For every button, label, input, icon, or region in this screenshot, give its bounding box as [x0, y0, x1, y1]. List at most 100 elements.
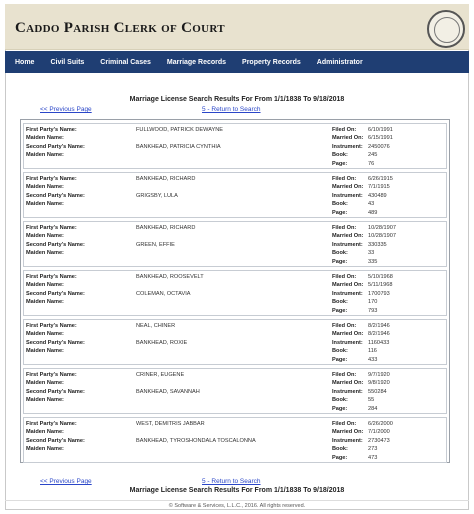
field-label: Filed On:: [332, 225, 357, 231]
field-value: 550284: [368, 388, 387, 395]
nav-marriage-records[interactable]: Marriage Records: [159, 59, 234, 66]
field-label: Filed On:: [332, 176, 357, 182]
field-label: First Party's Name:: [26, 127, 77, 133]
previous-page-link-bottom[interactable]: << Previous Page: [40, 478, 92, 485]
field-label: Instrument:: [332, 437, 363, 444]
field-value: 273: [368, 446, 378, 453]
field-value: 116: [368, 348, 377, 355]
field-label: Instrument:: [332, 192, 363, 199]
field-label: Page:: [332, 454, 348, 461]
field-value: BANKHEAD, RICHARD: [136, 225, 196, 231]
field-label: First Party's Name:: [26, 274, 77, 280]
field-value: CRINER, EUGENE: [136, 372, 185, 378]
record-block: First Party's Name: BANKHEAD, RICHARD Maid…: [23, 172, 447, 218]
record-block: First Party's Name: CRINER, EUGENE Maiden …: [23, 368, 447, 414]
field-label: Page:: [332, 209, 348, 216]
field-value: 10/28/1907: [368, 233, 396, 240]
field-value: 245: [368, 152, 378, 159]
field-label: Instrument:: [332, 388, 363, 395]
field-label: Filed On:: [332, 323, 357, 329]
field-value: NEAL, CHINER: [136, 323, 176, 329]
field-value: 330335: [368, 241, 387, 248]
field-label: Maiden Name:: [26, 282, 64, 289]
field-label: Maiden Name:: [26, 152, 64, 159]
copyright-footer: © Software & Services, L.L.C., 2016. All…: [5, 500, 469, 510]
field-label: Maiden Name:: [26, 429, 64, 436]
field-value: 2730473: [368, 437, 390, 444]
return-to-search-link-top[interactable]: 5 - Return to Search: [202, 106, 261, 113]
field-label: Page:: [332, 258, 348, 265]
nav-property-records[interactable]: Property Records: [234, 59, 309, 66]
field-label: Married On:: [332, 135, 364, 142]
site-title: Caddo Parish Clerk of Court: [15, 20, 225, 36]
field-value: 9/7/1920: [368, 372, 390, 378]
field-label: Page:: [332, 307, 348, 314]
field-label: Maiden Name:: [26, 184, 64, 191]
field-label: Instrument:: [332, 143, 363, 150]
field-value: 8/2/1946: [368, 323, 390, 329]
field-label: Filed On:: [332, 421, 357, 427]
field-value: 6/10/1991: [368, 127, 393, 133]
field-value: 284: [368, 405, 378, 412]
field-value: 170: [368, 299, 378, 306]
record-block: First Party's Name: NEAL, CHINER Maiden Na…: [23, 319, 447, 365]
field-label: Maiden Name:: [26, 135, 64, 142]
field-value: 1160433: [368, 339, 390, 346]
field-label: First Party's Name:: [26, 225, 77, 231]
field-label: Maiden Name:: [26, 348, 64, 355]
field-label: Book:: [332, 201, 348, 208]
field-value: COLEMAN, OCTAVIA: [136, 290, 191, 297]
record-block: First Party's Name: BANKHEAD, RICHARD Maid…: [23, 221, 447, 267]
field-label: Book:: [332, 397, 348, 404]
field-value: BANKHEAD, SAVANNAH: [136, 388, 200, 395]
field-value: GRIGSBY, LULA: [136, 192, 178, 199]
main-navigation: Home Civil Suits Criminal Cases Marriage…: [5, 51, 469, 73]
field-label: Maiden Name:: [26, 446, 64, 453]
field-label: Second Party's Name:: [26, 143, 85, 150]
field-label: Book:: [332, 152, 348, 159]
nav-administrator[interactable]: Administrator: [309, 59, 371, 66]
field-value: 76: [368, 160, 375, 167]
record-block: First Party's Name: WEST, DEMITRIS JABBAR…: [23, 417, 447, 463]
return-to-search-link-bottom[interactable]: 5 - Return to Search: [202, 478, 261, 485]
field-label: Maiden Name:: [26, 201, 64, 208]
site-banner: Caddo Parish Clerk of Court: [5, 4, 469, 50]
field-value: 8/2/1946: [368, 331, 390, 338]
field-label: Instrument:: [332, 290, 363, 297]
field-label: Second Party's Name:: [26, 241, 85, 248]
field-label: Maiden Name:: [26, 299, 64, 306]
field-label: Instrument:: [332, 339, 363, 346]
nav-criminal-cases[interactable]: Criminal Cases: [92, 59, 159, 66]
field-value: 5/11/1968: [368, 282, 393, 289]
field-label: Filed On:: [332, 274, 357, 280]
field-value: 10/28/1907: [368, 225, 396, 231]
field-label: Filed On:: [332, 372, 357, 378]
nav-civil-suits[interactable]: Civil Suits: [42, 59, 92, 66]
field-label: Maiden Name:: [26, 233, 64, 240]
field-label: Filed On:: [332, 127, 357, 133]
field-value: BANKHEAD, ROOSEVELT: [136, 274, 204, 280]
previous-page-link-top[interactable]: << Previous Page: [40, 106, 92, 113]
nav-home[interactable]: Home: [5, 59, 42, 66]
field-value: 5/10/1968: [368, 274, 393, 280]
field-label: Maiden Name:: [26, 397, 64, 404]
field-value: BANKHEAD, RICHARD: [136, 176, 196, 182]
field-label: Maiden Name:: [26, 331, 64, 338]
field-label: Married On:: [332, 184, 364, 191]
field-label: Page:: [332, 405, 348, 412]
field-value: 489: [368, 209, 378, 216]
record-block: First Party's Name: BANKHEAD, ROOSEVELT Ma…: [23, 270, 447, 316]
field-label: Married On:: [332, 233, 364, 240]
parish-seal-icon: [427, 10, 465, 48]
field-value: 6/26/1915: [368, 176, 393, 182]
field-value: BANKHEAD, ROXIE: [136, 339, 188, 346]
results-title-top: Marriage License Search Results For From…: [129, 96, 345, 103]
field-label: Book:: [332, 348, 348, 355]
field-label: Married On:: [332, 282, 364, 289]
field-value: 6/15/1991: [368, 135, 393, 142]
field-value: 430489: [368, 192, 387, 199]
field-label: Page:: [332, 356, 348, 363]
field-value: 55: [368, 397, 375, 404]
field-value: 33: [368, 250, 375, 257]
field-label: Married On:: [332, 331, 364, 338]
